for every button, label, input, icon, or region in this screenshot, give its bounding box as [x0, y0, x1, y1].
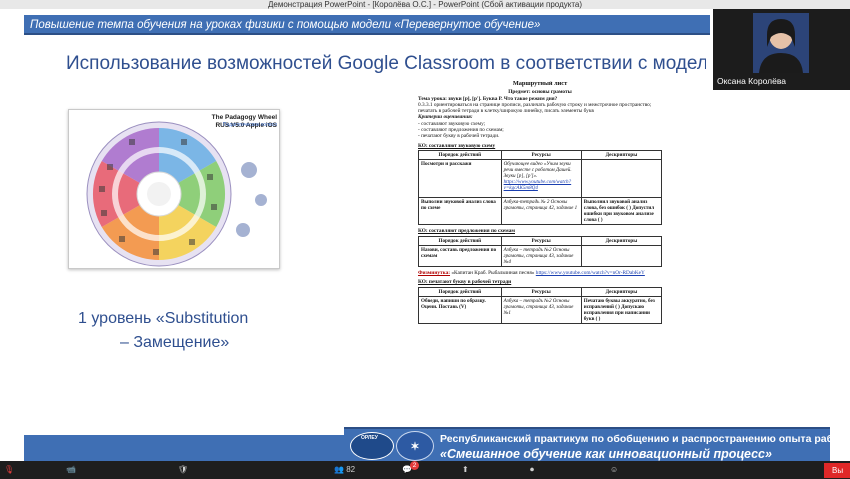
wheel-subtitle: Педагогическое колесо [222, 122, 277, 128]
chat-badge: 2 [410, 461, 419, 470]
header-descriptors: Дескрипторы [580, 149, 662, 161]
cell-descriptor: Выполнил звуковой анализ слова, без ошиб… [580, 197, 662, 226]
section-2-title: КО: составляют предложения по схемам [418, 228, 515, 235]
header-resources: Ресурсы [500, 149, 582, 161]
sheet-heading: Маршрутный лист [512, 81, 568, 87]
cell-descriptor: Печатаю буквы аккуратно, без исправлений… [580, 295, 662, 325]
microphone-muted-icon[interactable]: 🎙 [4, 463, 14, 477]
footer-line-2: «Смешанное обучение как инновационный пр… [440, 447, 772, 461]
sheet-goal: 0.3.3.1 ориентироваться на странице проп… [418, 101, 652, 115]
header-resources: Ресурсы [500, 286, 582, 297]
level-caption: 1 уровень «Substitution – Замещение» [78, 307, 298, 355]
slide-title: Использование возможностей Google Classr… [66, 53, 706, 74]
cell-resource: Обучающее видео «Учим звуки речи вместе … [500, 159, 582, 199]
footer-bar-left [24, 435, 344, 461]
table-1: Порядок действий Ресурсы Дескрипторы Пос… [418, 149, 662, 226]
table-row: Назови, составь предложения по схемам Аз… [418, 244, 662, 268]
table-row: Выполни звуковой анализ слова по схеме А… [418, 197, 662, 226]
table-row: Посмотри и расскажи Обучающее видео «Учи… [418, 159, 662, 199]
header-descriptors: Дескрипторы [580, 235, 662, 246]
cell-action: Обведи, напиши по образцу. Оцени. Постав… [418, 295, 502, 325]
fizminutka-link[interactable]: https://www.youtube.com/watch?v=nOr-RDab… [536, 270, 645, 276]
table-3-header: Порядок действий Ресурсы Дескрипторы [418, 286, 662, 297]
table-2-header: Порядок действий Ресурсы Дескрипторы [418, 235, 662, 246]
section-1-title: КО: составляют звуковую схему [418, 142, 496, 149]
footer-banner: ОРЛЕУ ✶ Республиканский практикум по обо… [344, 427, 830, 461]
cell-resource: Азбука – тетрадь №2 Основы грамоты, стра… [500, 295, 582, 325]
level-line-2: – Замещение» [120, 334, 230, 351]
meeting-toolbar: 🎙 📹 🛡 👥 82 💬 2 ⬆ ⏺ ☺ [0, 461, 850, 479]
person-icon [753, 13, 809, 73]
participant-video-icon [753, 13, 809, 73]
header-actions: Порядок действий [418, 286, 502, 297]
video-camera-icon[interactable]: 📹 [66, 463, 76, 477]
table-row: Обведи, напиши по образцу. Оцени. Постав… [418, 295, 662, 325]
share-screen-icon[interactable]: ⬆ [462, 463, 469, 477]
fizminutka-line: Физминутка: «Капитан Краб. Рыбальчиная п… [418, 270, 662, 276]
chat-button[interactable]: 💬 2 [402, 461, 419, 477]
footer-line-1: Республиканский практикум по обобщению и… [440, 433, 830, 445]
header-descriptors: Дескрипторы [580, 286, 662, 297]
orleu-logo: ОРЛЕУ [350, 432, 394, 460]
participant-video-tile[interactable]: Оксана Королёва [713, 9, 850, 90]
window-title-bar: Демонстрация PowerPoint - [Королёва О.С.… [0, 0, 850, 9]
participants-icon: 👥 [334, 465, 344, 474]
participant-name: Оксана Королёва [717, 76, 786, 86]
record-icon[interactable]: ⏺ [530, 463, 534, 477]
header-resources: Ресурсы [500, 235, 582, 246]
level-line-1: 1 уровень «Substitution [78, 310, 249, 327]
table-1-header: Порядок действий Ресурсы Дескрипторы [418, 149, 662, 161]
cell-resource: Азбука-тетрадь № 2 Основы грамоты, стран… [500, 197, 582, 226]
header-actions: Порядок действий [418, 235, 502, 246]
orleu-logo-text: ОРЛЕУ [361, 435, 378, 441]
padagogy-wheel-graphic [86, 121, 267, 267]
end-meeting-button[interactable]: Вы [824, 463, 850, 478]
cell-resource: Азбука – тетрадь №2 Основы грамоты, стра… [500, 244, 582, 268]
padagogy-wheel-image: The Padagogy Wheel RUS V5.0 Apple iOS Пе… [68, 109, 280, 269]
slide-banner: Повышение темпа обучения на уроках физик… [24, 15, 710, 35]
resource-link[interactable]: https://www.youtube.com/watch?v=kgcAK5m8… [504, 179, 572, 191]
security-shield-icon[interactable]: 🛡 [178, 463, 188, 477]
cell-action: Выполни звуковой анализ слова по схеме [418, 197, 502, 226]
header-actions: Порядок действий [418, 149, 502, 161]
cell-action: Посмотри и расскажи [418, 159, 502, 199]
window-title: Демонстрация PowerPoint - [Королёва О.С.… [267, 0, 583, 9]
sheet-criteria-3: - печатают букву в рабочей тетради. [418, 133, 500, 140]
table-2: Порядок действий Ресурсы Дескрипторы Наз… [418, 235, 662, 268]
resource-text: Обучающее видео «Учим звуки речи вместе … [503, 161, 572, 180]
fizminutka-label: Физминутка: [418, 270, 451, 277]
section-3-title: КО: печатают букву в рабочей тетради [418, 279, 512, 286]
table-3: Порядок действий Ресурсы Дескрипторы Обв… [418, 286, 662, 325]
participants-count: 82 [346, 465, 356, 474]
route-sheet-document: Маршрутный лист Предмет: основы грамоты … [418, 81, 662, 391]
cell-descriptor [580, 159, 662, 199]
participants-button[interactable]: 👥 82 [334, 463, 355, 477]
reactions-icon[interactable]: ☺ [610, 463, 618, 477]
cell-action: Назови, составь предложения по схемам [418, 244, 502, 268]
emblem-logo-icon: ✶ [396, 431, 434, 461]
fizminutka-text: «Капитан Краб. Рыбальчиная песня» [451, 270, 535, 277]
cell-descriptor [580, 244, 662, 268]
